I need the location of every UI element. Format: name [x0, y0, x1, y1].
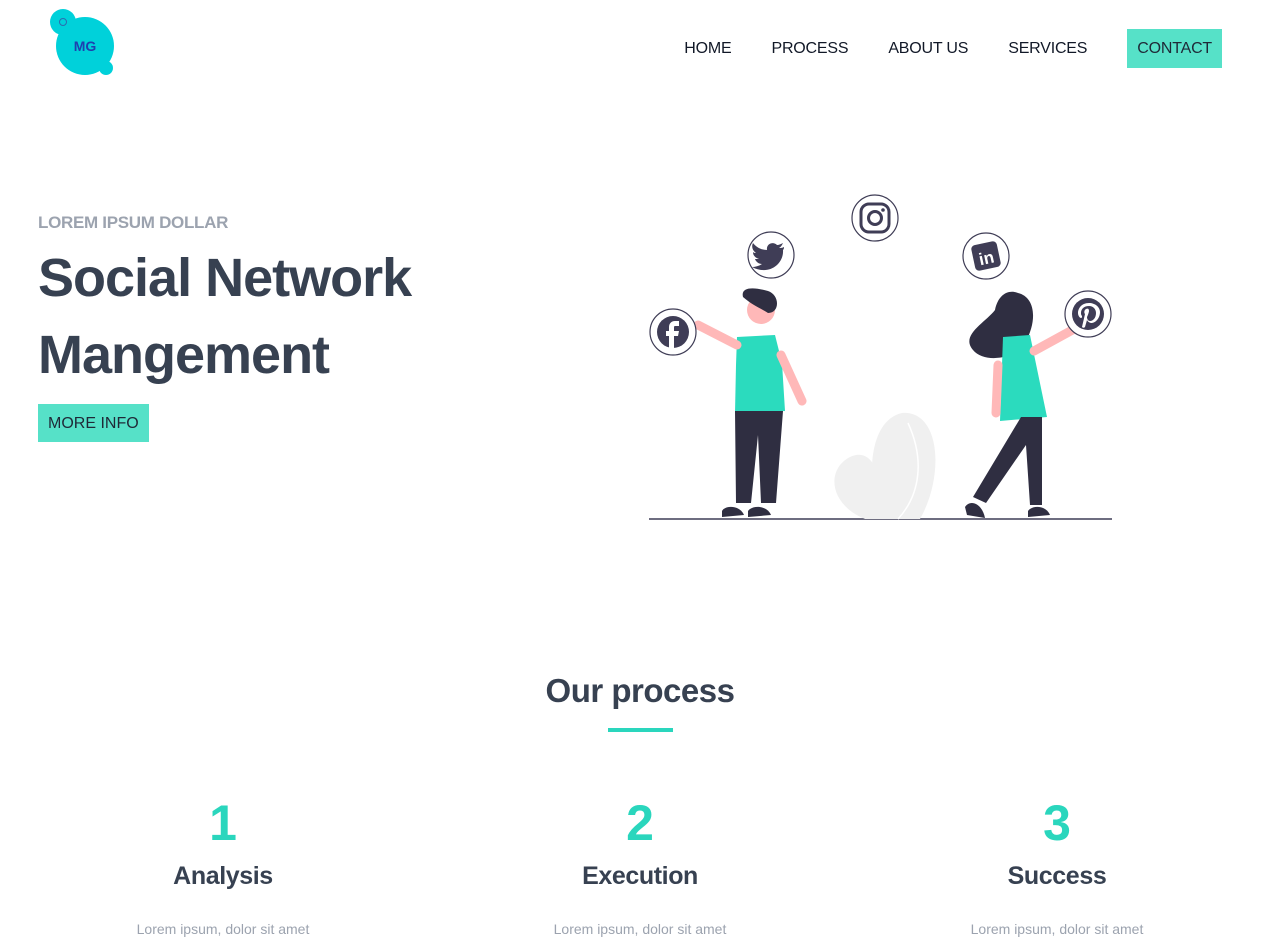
process-title: Our process [545, 672, 735, 709]
facebook-icon [649, 308, 697, 356]
step-text: Lorem ipsum, dolor sit amet [136, 921, 310, 937]
woman-figure [965, 291, 1081, 518]
hero-title-line-1: Social Network [38, 248, 412, 308]
step-title: Success [1007, 862, 1107, 890]
nav-about-us[interactable]: ABOUT US [888, 29, 968, 68]
plant-decoration [834, 412, 936, 520]
hero-title-line-2: Mangement [38, 325, 330, 385]
nav-process[interactable]: PROCESS [771, 29, 848, 68]
more-info-button[interactable]: MORE INFO [38, 404, 149, 442]
step-text: Lorem ipsum, dolor sit amet [553, 921, 727, 937]
hero-eyebrow: LOREM IPSUM DOLLAR [38, 213, 229, 232]
step-number: 1 [209, 795, 237, 851]
pinterest-icon [1064, 290, 1112, 338]
logo-badge: MG [50, 9, 114, 75]
logo[interactable]: MG [48, 8, 116, 78]
nav-services[interactable]: SERVICES [1008, 29, 1087, 68]
main-nav: HOME PROCESS ABOUT US SERVICES CONTACT [644, 29, 1222, 68]
instagram-icon [851, 194, 899, 242]
logo-text: MG [74, 38, 97, 54]
process-step: 1 Analysis Lorem ipsum, dolor sit amet [53, 790, 393, 937]
hero-title: Social Network Mangement [38, 240, 558, 394]
twitter-icon [747, 231, 795, 279]
linkedin-icon: in [962, 232, 1010, 280]
process-title-underline [608, 728, 673, 732]
hero-illustration: in [640, 185, 1120, 530]
step-title: Execution [582, 862, 698, 890]
man-figure [693, 288, 807, 517]
step-title: Analysis [173, 862, 273, 890]
step-text: Lorem ipsum, dolor sit amet [970, 921, 1144, 937]
step-number: 3 [1043, 795, 1071, 851]
process-step: 3 Success Lorem ipsum, dolor sit amet [887, 790, 1227, 937]
process-step: 2 Execution Lorem ipsum, dolor sit amet [470, 790, 810, 937]
step-number: 2 [626, 795, 654, 851]
nav-home[interactable]: HOME [684, 29, 731, 68]
nav-contact-button[interactable]: CONTACT [1127, 29, 1222, 68]
